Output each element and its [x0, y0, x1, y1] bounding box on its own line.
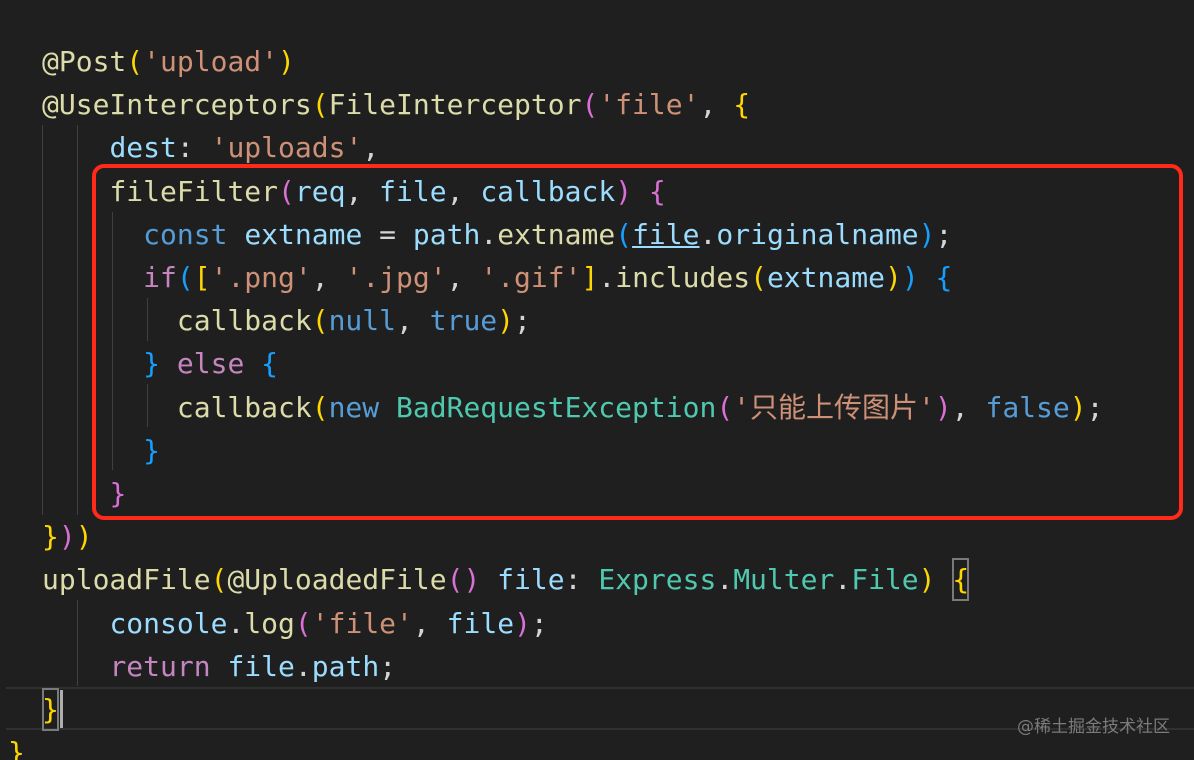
code-token: file [497, 563, 565, 597]
code-token: . [227, 606, 245, 640]
code-token: , [412, 606, 447, 640]
code-token: File [851, 563, 919, 597]
code-token: . [716, 563, 734, 597]
code-token: ( [126, 45, 144, 78]
annotation-highlight-box [92, 164, 1183, 520]
code-token: return [109, 649, 211, 683]
code-token: } [42, 688, 59, 731]
code-token: , [699, 88, 734, 122]
code-token: { [733, 88, 751, 122]
text-cursor [60, 690, 63, 728]
code-token: ) [463, 563, 481, 597]
code-token: @UseInterceptors [42, 88, 312, 122]
code-token: ) [75, 520, 93, 554]
code-token: console [109, 606, 228, 640]
code-token: ) [514, 606, 531, 640]
code-token: FileInterceptor [328, 88, 582, 122]
code-token: 'upload' [143, 45, 279, 78]
code-editor[interactable]: @Post('upload') @UseInterceptors(FileInte… [0, 0, 1194, 760]
code-token: Multer [733, 563, 835, 597]
code-line[interactable]: } [8, 731, 25, 760]
code-token: ) [58, 520, 76, 554]
code-token: dest [109, 131, 177, 165]
code-token: 'file' [311, 606, 413, 640]
code-token: ( [311, 88, 329, 122]
code-line[interactable]: })) [42, 515, 93, 558]
code-token: { [952, 558, 970, 602]
code-token: uploadFile [42, 563, 211, 597]
code-token: . [294, 649, 312, 683]
code-token: ( [446, 563, 464, 597]
current-line-highlight [6, 687, 1194, 730]
code-line[interactable]: return file.path; [42, 645, 396, 688]
code-token: ; [379, 649, 397, 683]
code-token: . [834, 563, 852, 597]
code-token: 'uploads' [210, 131, 363, 165]
code-line[interactable]: } [42, 688, 59, 731]
code-token: file [446, 606, 515, 640]
code-line[interactable]: @Post('upload') [42, 40, 295, 83]
code-token: ( [294, 606, 312, 640]
code-token: } [8, 736, 25, 760]
code-token: ( [581, 88, 599, 122]
code-line[interactable]: console.log('file', file); [42, 602, 548, 645]
code-token: : [176, 131, 211, 165]
code-token: ( [210, 563, 228, 597]
code-line[interactable]: uploadFile(@UploadedFile() file: Express… [42, 558, 970, 602]
code-token: ) [278, 45, 295, 78]
code-line[interactable]: dest: 'uploads', [42, 126, 379, 169]
code-token: log [244, 606, 295, 640]
code-token: ) [918, 563, 936, 597]
code-token: , [362, 131, 380, 165]
code-token: file [227, 649, 295, 683]
code-token: path [311, 649, 380, 683]
code-token: @UploadedFile [227, 563, 447, 597]
code-token: ; [530, 606, 548, 640]
code-token: 'file' [598, 88, 700, 122]
code-token: : [564, 563, 599, 597]
code-token: } [42, 520, 59, 554]
code-line[interactable]: @UseInterceptors(FileInterceptor('file',… [42, 83, 750, 126]
watermark: @稀土掘金技术社区 [1017, 717, 1170, 737]
code-token: @Post [42, 45, 127, 78]
code-token: Express [598, 563, 717, 597]
